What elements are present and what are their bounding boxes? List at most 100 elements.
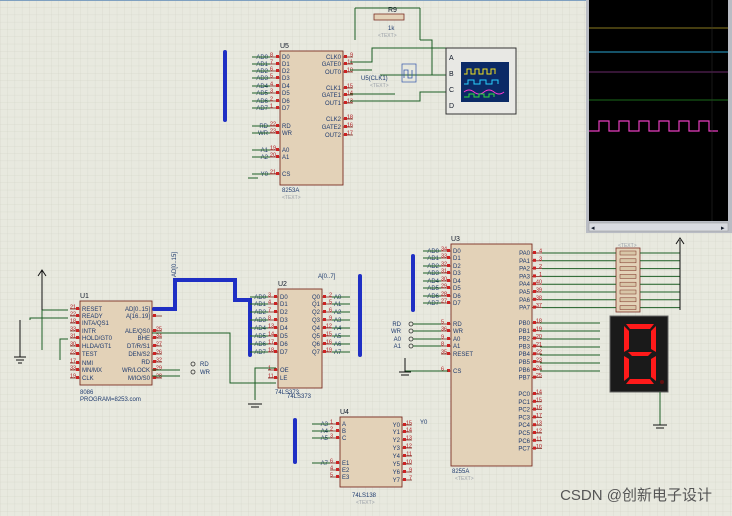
u4-pin-name: Y6	[393, 470, 401, 476]
u2-pin-marker-icon	[274, 302, 277, 305]
schematic-canvas[interactable]: U5 8253A <TEXT> D0 8 AD0 D1 7 AD1 D2 6 AD2 D3 5 AD3…	[0, 0, 732, 516]
u4-pin-number: 11	[406, 452, 412, 458]
oscillo-ch-b: B	[449, 71, 454, 78]
u1-pin-name: MN/MX	[82, 368, 102, 374]
u2-pin-name: Q4	[312, 326, 321, 332]
u3-pin-name: RESET	[453, 352, 473, 358]
u3-pin-number: 8	[441, 342, 444, 348]
scope-display-window[interactable]: ◂ ▸	[586, 0, 732, 233]
u1-pin-marker-icon	[76, 329, 79, 332]
u1-pin-number: 33	[70, 327, 76, 333]
u4-pin-name: C	[342, 436, 347, 442]
u3-pin-name: PA2	[519, 267, 531, 273]
oscilloscope-instrument[interactable]: A B C D	[445, 47, 517, 115]
u3-pin-name: CS	[453, 369, 461, 375]
u5-pin-name: D7	[282, 106, 290, 112]
u4-pin-name: Y4	[393, 454, 401, 460]
u5-net-label: RD	[259, 124, 268, 130]
u2-pin-marker-icon	[274, 318, 277, 321]
u3-pin-marker-icon	[447, 322, 450, 325]
u5-pin-number: 17	[347, 131, 353, 137]
u1-pin-name: DEN/S2	[128, 352, 150, 358]
u3-pin-name: PB2	[519, 337, 531, 343]
u1-pin-name: RESET	[82, 307, 102, 313]
u1-pin-name: INTA/QS1	[82, 321, 110, 327]
scroll-right-icon[interactable]: ▸	[721, 225, 725, 232]
u5-pin-marker-icon	[276, 55, 279, 58]
u1-pin-marker-icon	[76, 314, 79, 317]
u2-pin-number: 4	[268, 300, 271, 306]
u3-pin-name: D0	[453, 249, 461, 255]
u2-net-label: AD6	[254, 342, 266, 348]
scroll-left-icon[interactable]: ◂	[591, 225, 595, 232]
u4-pin-marker-icon	[336, 436, 339, 439]
u2-net-label: A5	[334, 334, 342, 340]
u3-part-name: 8255A	[452, 469, 469, 475]
pack-resistor-element	[619, 266, 637, 271]
u5-part-name: 8253A	[282, 188, 299, 194]
u4-pin-name: Y3	[393, 446, 401, 452]
u5-pin-name: CLK0	[326, 55, 342, 61]
u5-net-label: AD7	[256, 106, 268, 112]
u3-net-label: AD2	[427, 264, 439, 270]
u5-net-label: AD5	[256, 91, 268, 97]
u2-net-label: A2	[334, 310, 342, 316]
u3-pin-marker-icon	[447, 256, 450, 259]
u4-pin-number: 15	[406, 421, 412, 427]
u3-pin-marker-icon	[447, 279, 450, 282]
u2-net-label: A4	[334, 326, 342, 332]
u4-pin-name: Y0	[393, 423, 401, 429]
u3-pin-number: 30	[441, 277, 447, 283]
u3-pin-number: 6	[441, 367, 444, 373]
u2-pin-name: D4	[280, 326, 288, 332]
u3-pin-number: 14	[536, 390, 542, 396]
u3-pin-name: PA6	[519, 298, 531, 304]
seven-segment-display[interactable]	[609, 315, 669, 393]
u3-designator: U3	[451, 236, 460, 243]
u5-net-label: AD0	[256, 55, 268, 61]
u2-pin-marker-icon	[274, 376, 277, 379]
u2-pin-number: 9	[329, 316, 332, 322]
u5-pin-number: 15	[347, 84, 353, 90]
u1-pin-number: 31	[70, 334, 76, 340]
u4-pin-marker-icon	[336, 429, 339, 432]
u2-pin-marker-icon	[323, 295, 326, 298]
u3-pin-number: 27	[441, 299, 447, 305]
u3-pin-marker-icon	[447, 337, 450, 340]
u2-pin-name: Q7	[312, 350, 321, 356]
u5-pin-name: GATE0	[322, 62, 342, 68]
u3-terminal-label: A0	[394, 337, 402, 343]
u1-pin-number: 34	[156, 334, 162, 340]
u1-rd-terminal: RD	[200, 362, 209, 368]
u4-pin-number: 9	[409, 468, 412, 474]
u5-pin-number: 22	[270, 122, 276, 128]
u1-pin-marker-icon	[76, 368, 79, 371]
scope-scrollbar[interactable]	[588, 222, 729, 232]
u5-right-pins: CLK0 9GATE0 11OUT0 10CLK1 15GATE1 14OUT1 13CLK…	[322, 53, 353, 139]
u2-pin-number: 6	[329, 308, 332, 314]
u3-net-label: AD5	[427, 286, 439, 292]
u3-pin-marker-icon	[447, 294, 450, 297]
u3-pin-marker-icon	[447, 249, 450, 252]
u3-pin-number: 11	[536, 436, 542, 442]
u2-pin-number: 19	[326, 348, 332, 354]
u5-pin-marker-icon	[276, 124, 279, 127]
u1-pin-number: 33	[70, 366, 76, 372]
u3-pin-name: PB0	[519, 321, 531, 327]
u5-pin-marker-icon	[276, 76, 279, 79]
u3-pin-name: D3	[453, 271, 461, 277]
pack-resistor-element	[619, 250, 637, 256]
u3-pin-name: PC0	[518, 392, 530, 398]
u5-pin-marker-icon	[276, 69, 279, 72]
u5-pin-marker-icon	[276, 155, 279, 158]
u3-pin-marker-icon	[533, 266, 536, 270]
u5-pin-number: 1	[270, 104, 273, 110]
u4-pin-name: B	[342, 429, 346, 435]
u3-pin-number: 31	[441, 269, 447, 275]
u3-pin-name: PA3	[519, 274, 531, 280]
u1-pin-marker-icon	[76, 352, 79, 355]
u1-wr-terminal: WR	[200, 370, 211, 376]
u4-net-label: A7	[321, 461, 329, 467]
u2-pin-name: Q1	[312, 302, 321, 308]
u1-pin-number: 29	[156, 366, 162, 372]
